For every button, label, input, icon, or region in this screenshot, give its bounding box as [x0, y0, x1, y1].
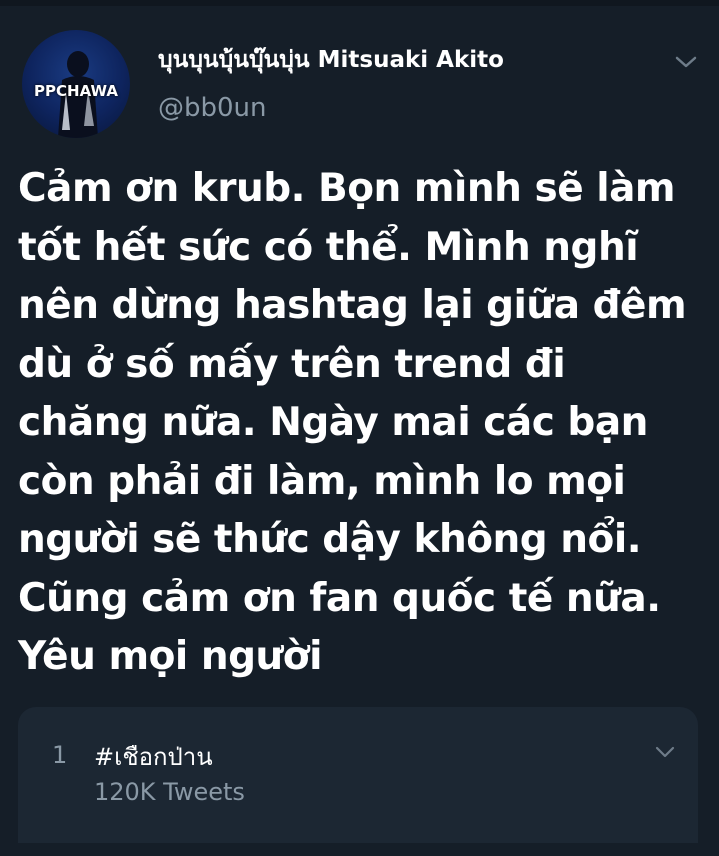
- tweet-text: Cảm ơn krub. Bọn mình sẽ làm tốt hết sức…: [18, 166, 687, 679]
- trend-tweet-count: 120K Tweets: [94, 778, 245, 806]
- trend-chevron-down-icon[interactable]: [653, 741, 677, 763]
- chevron-down-icon[interactable]: [672, 50, 700, 74]
- avatar-text: PPCHAWA: [34, 82, 118, 100]
- trend-hashtag[interactable]: #เชือกป่าน: [94, 737, 213, 776]
- author-handle[interactable]: @bb0un: [158, 93, 267, 123]
- trend-rank: 1: [52, 741, 68, 769]
- author-display-name[interactable]: บุนบุนบุ้นบุ๊นบุ่น Mitsuaki Akito: [158, 42, 504, 78]
- avatar[interactable]: PPCHAWA: [22, 30, 130, 138]
- top-divider: [0, 0, 719, 6]
